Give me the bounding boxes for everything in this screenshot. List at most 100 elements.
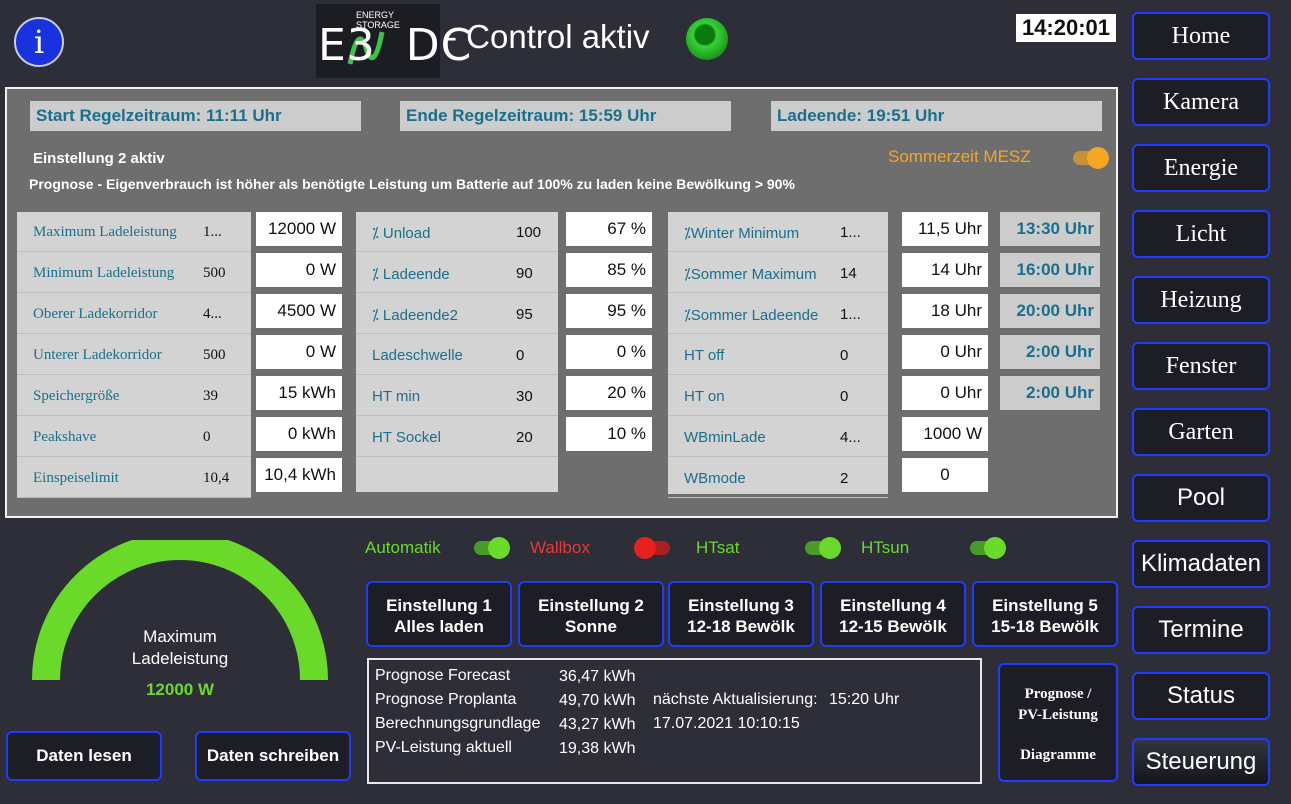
- computed-time: 2:00 Uhr: [1000, 335, 1100, 369]
- col2-value: 30: [516, 388, 533, 405]
- col3-value: 0: [840, 388, 849, 405]
- nav-status-button[interactable]: Status: [1132, 672, 1270, 720]
- col3-input[interactable]: 1000 W: [902, 417, 988, 451]
- col2-input[interactable]: 20 %: [566, 376, 652, 410]
- col1-value: 1...: [203, 224, 222, 240]
- ende-regelzeitraum: Ende Regelzeitraum: 15:59 Uhr: [400, 101, 731, 131]
- col1-input[interactable]: 4500 W: [256, 294, 342, 328]
- switch-htsun-toggle[interactable]: [970, 537, 1006, 559]
- col2-value: 20: [516, 429, 533, 446]
- col3-input[interactable]: 18 Uhr: [902, 294, 988, 328]
- prognose-message: Prognose - Eigenverbrauch ist höher als …: [29, 176, 795, 192]
- col1-input[interactable]: 12000 W: [256, 212, 342, 246]
- col1-input[interactable]: 15 kWh: [256, 376, 342, 410]
- col2-value: 95: [516, 306, 533, 323]
- col3-row: WBminLade 4...: [668, 417, 888, 457]
- switch-wallbox-toggle[interactable]: [634, 537, 670, 559]
- ladeende: Ladeende: 19:51 Uhr: [771, 101, 1102, 131]
- col1-label: Unterer Ladekorridor: [33, 347, 162, 363]
- col2-input[interactable]: 10 %: [566, 417, 652, 451]
- col2-value: 100: [516, 224, 542, 241]
- prozent-list: ⁒ Unload 100 ⁒ Ladeende 90 ⁒ Ladeende2 95 Lade…: [356, 212, 558, 492]
- col2-label: ⁒ Ladeende2: [372, 307, 458, 324]
- start-regelzeitraum: Start Regelzeitraum: 11:11 Uhr: [30, 101, 361, 131]
- col1-row: Speichergröße 39: [17, 376, 251, 416]
- daten-schreiben-button[interactable]: Daten schreiben: [195, 731, 351, 781]
- col1-input[interactable]: 10,4 kWh: [256, 458, 342, 492]
- setting-subtitle: Alles laden: [394, 617, 484, 636]
- nav-pool-button[interactable]: Pool: [1132, 474, 1270, 522]
- switch-automatik-toggle[interactable]: [474, 537, 510, 559]
- forecast-timestamp: 17.07.2021 10:10:15: [653, 715, 800, 732]
- einstellung-4-button[interactable]: Einstellung 4 12-15 Bewölk: [820, 581, 966, 647]
- col2-row: ⁒ Ladeende2 95: [356, 294, 558, 334]
- forecast-label: PV-Leistung aktuell: [375, 739, 512, 756]
- col2-input[interactable]: 0 %: [566, 335, 652, 369]
- col2-input[interactable]: 85 %: [566, 253, 652, 287]
- nav-fenster-button[interactable]: Fenster: [1132, 342, 1270, 390]
- gauge-value: 12000 W: [145, 680, 215, 699]
- setting-subtitle: Sonne: [565, 617, 617, 636]
- forecast-panel: Prognose Forecast 36,47 kWh Prognose Propl…: [367, 658, 982, 784]
- col3-row: HT off 0: [668, 335, 888, 375]
- active-setting-label: Einstellung 2 aktiv: [33, 150, 165, 167]
- col2-label: Ladeschwelle: [372, 347, 463, 364]
- col1-row: Oberer Ladekorridor 4...: [17, 294, 251, 334]
- nav-energie-button[interactable]: Energie: [1132, 144, 1270, 192]
- col3-value: 1...: [840, 224, 861, 241]
- einstellung-3-button[interactable]: Einstellung 3 12-18 Bewölk: [668, 581, 814, 647]
- col3-row: ⁒Winter Minimum 1...: [668, 212, 888, 252]
- einstellung-1-button[interactable]: Einstellung 1 Alles laden: [366, 581, 512, 647]
- col1-label: Speichergröße: [33, 388, 120, 404]
- computed-time: 20:00 Uhr: [1000, 294, 1100, 328]
- diagramme-line1: Prognose /: [1024, 686, 1092, 702]
- nav-kamera-button[interactable]: Kamera: [1132, 78, 1270, 126]
- switch-htsun-label: HTsun: [861, 538, 910, 557]
- col3-value: 1...: [840, 306, 861, 323]
- col3-input[interactable]: 0: [902, 458, 988, 492]
- diagramme-line2: PV-Leistung: [1018, 707, 1098, 723]
- nav-steuerung-button[interactable]: Steuerung: [1132, 738, 1270, 786]
- sommerzeit-toggle[interactable]: [1073, 147, 1109, 169]
- nav-home-button[interactable]: Home: [1132, 12, 1270, 60]
- col1-row: Minimum Ladeleistung 500: [17, 253, 251, 293]
- col3-value: 0: [840, 347, 849, 364]
- col3-input[interactable]: 0 Uhr: [902, 335, 988, 369]
- col3-input[interactable]: 11,5 Uhr: [902, 212, 988, 246]
- einstellung-5-button[interactable]: Einstellung 5 15-18 Bewölk: [972, 581, 1118, 647]
- col1-row: Unterer Ladekorridor 500: [17, 335, 251, 375]
- col2-row: HT Sockel 20: [356, 417, 558, 457]
- col3-label: HT on: [684, 388, 725, 405]
- setting-subtitle: 12-18 Bewölk: [687, 617, 795, 636]
- col1-input[interactable]: 0 kWh: [256, 417, 342, 451]
- col1-input[interactable]: 0 W: [256, 253, 342, 287]
- switch-wallbox-label: Wallbox: [530, 538, 590, 557]
- nav-heizung-button[interactable]: Heizung: [1132, 276, 1270, 324]
- col1-input[interactable]: 0 W: [256, 335, 342, 369]
- col2-input[interactable]: 67 %: [566, 212, 652, 246]
- col1-label: Maximum Ladeleistung: [33, 224, 177, 240]
- diagramme-button[interactable]: Prognose / PV-Leistung Diagramme: [998, 663, 1118, 782]
- col2-row: Ladeschwelle 0: [356, 335, 558, 375]
- col3-value: 2: [840, 470, 849, 487]
- col3-label: WBmode: [684, 470, 746, 487]
- nav-klimadaten-button[interactable]: Klimadaten: [1132, 540, 1270, 588]
- col3-label: ⁒Winter Minimum: [684, 225, 800, 242]
- e3dc-logo: ENERGY STORAGE E3 DC: [316, 4, 471, 78]
- col3-input[interactable]: 14 Uhr: [902, 253, 988, 287]
- switch-automatik-label: Automatik: [365, 538, 441, 557]
- einstellung-2-button[interactable]: Einstellung 2 Sonne: [518, 581, 664, 647]
- daten-lesen-button[interactable]: Daten lesen: [6, 731, 162, 781]
- col3-input[interactable]: 0 Uhr: [902, 376, 988, 410]
- nav-licht-button[interactable]: Licht: [1132, 210, 1270, 258]
- col2-input[interactable]: 95 %: [566, 294, 652, 328]
- switch-htsat-toggle[interactable]: [805, 537, 841, 559]
- col3-row: ⁒Sommer Ladeende 1...: [668, 294, 888, 334]
- col3-label: ⁒Sommer Ladeende: [684, 307, 819, 324]
- col3-value: 4...: [840, 429, 861, 446]
- computed-time: 16:00 Uhr: [1000, 253, 1100, 287]
- nav-garten-button[interactable]: Garten: [1132, 408, 1270, 456]
- nav-termine-button[interactable]: Termine: [1132, 606, 1270, 654]
- forecast-value: 49,70 kWh: [559, 692, 636, 709]
- info-button[interactable]: i: [14, 17, 64, 67]
